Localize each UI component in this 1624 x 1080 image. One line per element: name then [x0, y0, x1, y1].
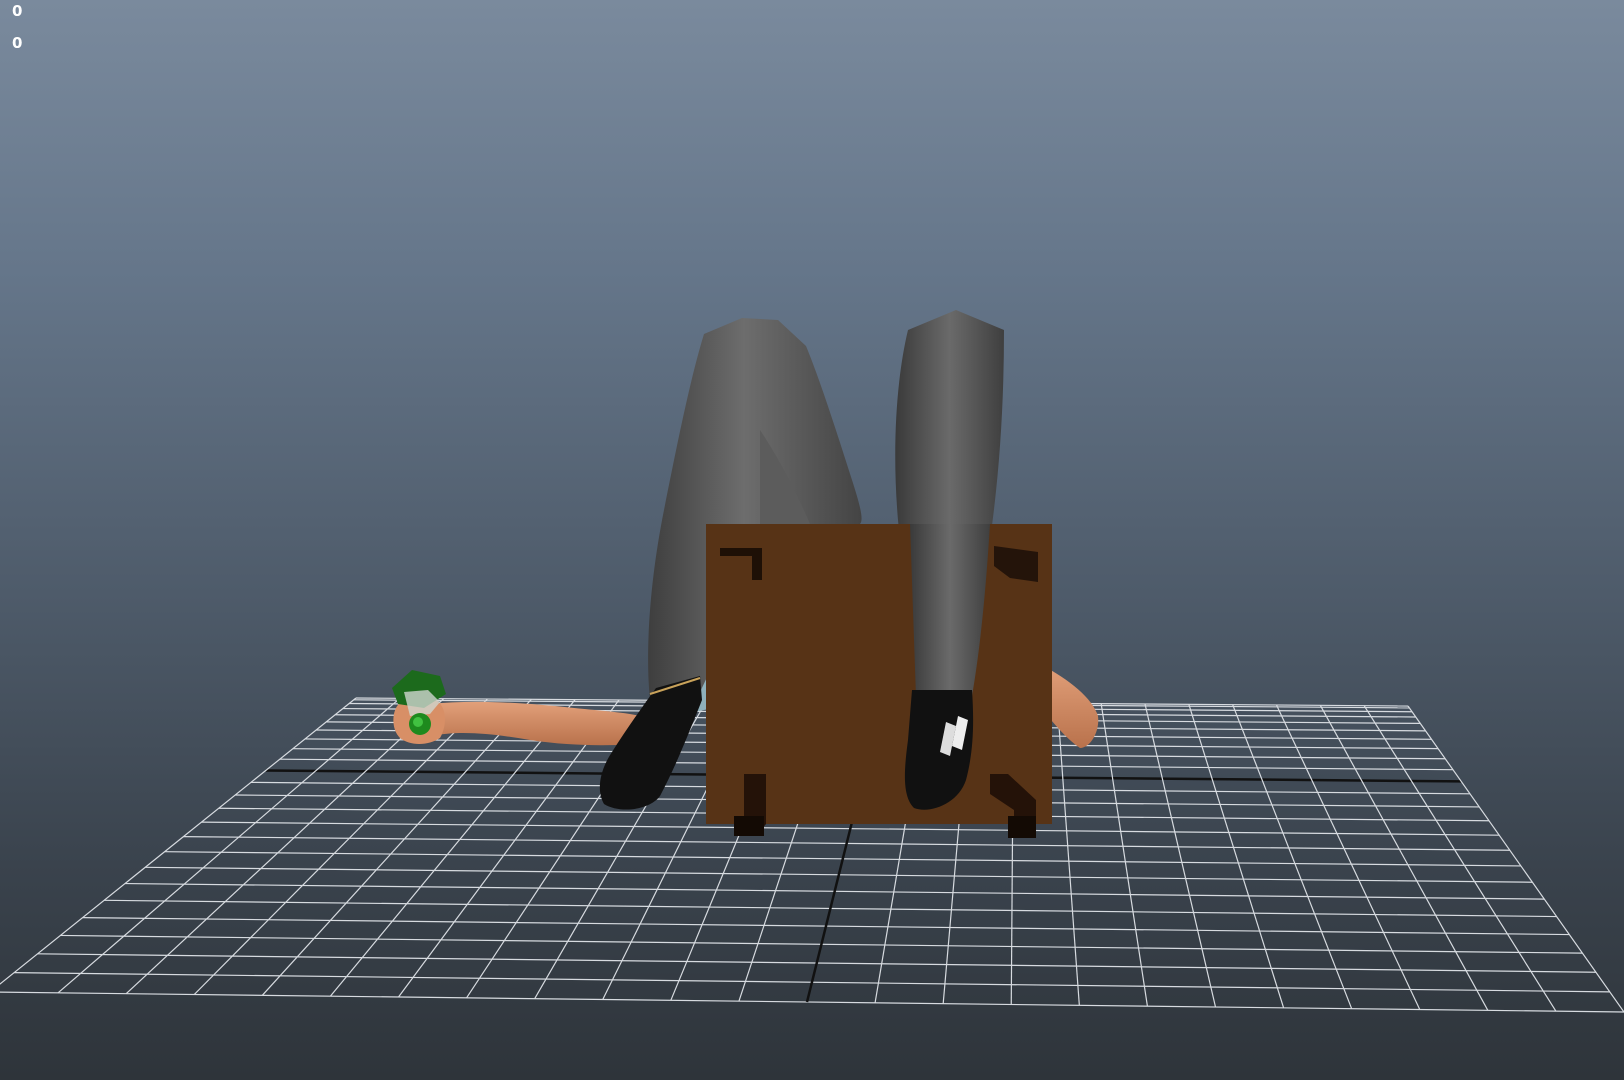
grid-line-vertical	[1232, 704, 1353, 1009]
wooden-box	[706, 524, 1052, 838]
hud-counter-bottom: 0	[12, 34, 23, 52]
scene-canvas[interactable]	[0, 0, 1624, 1080]
grid-line-vertical	[193, 698, 488, 995]
grid-line-vertical	[1275, 704, 1421, 1010]
grid-line-vertical	[261, 698, 532, 996]
grid-line-vertical	[57, 697, 401, 994]
grid-line-vertical	[125, 698, 445, 995]
grid-line-vertical	[1056, 703, 1080, 1006]
3d-viewport[interactable]: 0 0	[0, 0, 1624, 1080]
grid-line-vertical	[1319, 705, 1489, 1011]
grid-line-vertical	[1407, 705, 1624, 1013]
grid-line-vertical	[1188, 704, 1285, 1009]
grid-line-horizontal	[0, 991, 1624, 1013]
grid-line-vertical	[0, 697, 357, 985]
grid-line-vertical	[1363, 705, 1557, 1012]
character-left-arm	[428, 701, 640, 746]
hud-counter-top: 0	[12, 2, 23, 20]
grid-line-vertical	[1100, 703, 1149, 1007]
grid-line-vertical	[329, 699, 576, 997]
grid-line-vertical	[1144, 703, 1217, 1008]
